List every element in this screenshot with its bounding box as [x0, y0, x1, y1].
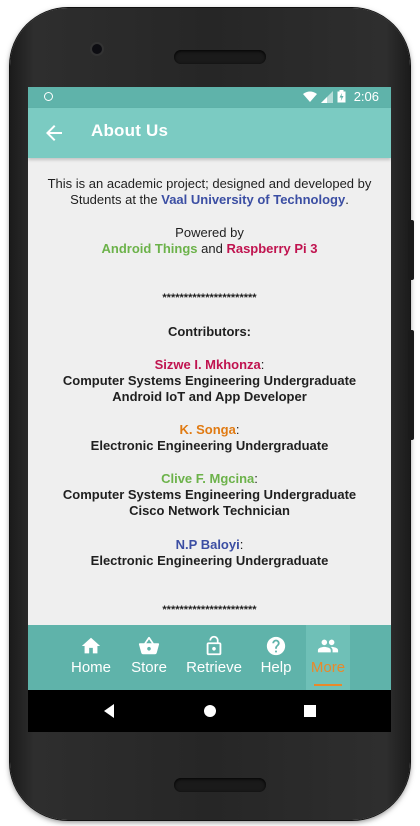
contributor-name: Clive F. Mgcina [161, 471, 255, 486]
powered-by-block: Powered by Android Things and Raspberry … [28, 225, 391, 257]
front-camera [92, 44, 102, 54]
contributor-name-line: K. Songa: [28, 422, 391, 438]
powered-by-label: Powered by [175, 225, 244, 240]
contributors-heading: Contributors: [167, 324, 252, 339]
contributor-name-line: Clive F. Mgcina: [28, 471, 391, 487]
wifi-icon [302, 91, 317, 102]
screen: 2:06 About Us This is an academic projec… [28, 87, 391, 732]
back-triangle-icon[interactable] [102, 703, 116, 719]
and-text: and [197, 241, 227, 256]
system-navigation-bar [28, 690, 391, 732]
battery-icon [337, 90, 346, 103]
contributor-role: Electronic Engineering Undergraduate [90, 553, 329, 568]
contributor-name: K. Songa [179, 422, 236, 437]
nav-more-label: More [310, 659, 346, 676]
nav-retrieve[interactable]: Retrieve [182, 625, 246, 690]
intro-line-2: Students at the Vaal University of Techn… [28, 192, 391, 208]
recents-square-icon[interactable] [303, 703, 317, 719]
contributor-role: Android IoT and App Developer [112, 389, 307, 404]
nav-help[interactable]: Help [254, 625, 298, 690]
clock: 2:06 [353, 89, 379, 104]
intro-suffix: . [345, 192, 349, 207]
signal-icon [320, 90, 333, 103]
intro-line-1: This is an academic project; designed an… [47, 176, 372, 191]
bottom-navigation: Home Store Retrieve Help More [28, 625, 391, 690]
colon: : [235, 422, 240, 437]
home-circle-icon[interactable] [202, 703, 218, 719]
home-icon [81, 637, 101, 654]
contributor-role: Cisco Network Technician [129, 503, 290, 518]
nav-more[interactable]: More [306, 625, 350, 690]
people-icon [317, 639, 339, 653]
platform-android-things: Android Things [101, 241, 198, 256]
unlock-icon [206, 635, 222, 656]
contributor-card: Clive F. Mgcina: Computer Systems Engine… [28, 471, 391, 519]
nav-store-label: Store [131, 659, 167, 676]
contributor-name: N.P Baloyi [175, 537, 240, 552]
contributor-role: Electronic Engineering Undergraduate [90, 438, 329, 453]
contributor-name-line: N.P Baloyi: [28, 537, 391, 553]
contributor-card: Sizwe I. Mkhonza: Computer Systems Engin… [28, 357, 391, 405]
separator-bottom: ********************** [162, 604, 257, 616]
contributor-role: Computer Systems Engineering Undergradua… [62, 487, 357, 502]
platforms-line: Android Things and Raspberry Pi 3 [28, 241, 391, 257]
colon: : [260, 357, 265, 372]
power-button [408, 220, 414, 280]
nav-home[interactable]: Home [66, 625, 116, 690]
colon: : [254, 471, 258, 486]
page-title: About Us [91, 121, 169, 140]
intro-text: This is an academic project; designed an… [28, 176, 391, 208]
nav-home-label: Home [70, 659, 111, 676]
basket-icon [138, 636, 160, 655]
about-content: This is an academic project; designed an… [28, 158, 391, 625]
contributor-card: N.P Baloyi: Electronic Engineering Under… [28, 537, 391, 569]
contributor-name-line: Sizwe I. Mkhonza: [28, 357, 391, 373]
contributor-role: Computer Systems Engineering Undergradua… [62, 373, 357, 388]
nav-help-label: Help [260, 659, 292, 676]
notification-icon [44, 92, 53, 101]
nav-store[interactable]: Store [126, 625, 172, 690]
status-bar: 2:06 [28, 87, 391, 108]
nav-retrieve-label: Retrieve [186, 659, 242, 676]
app-bar: About Us [28, 108, 391, 158]
university-name: Vaal University of Technology [161, 192, 346, 207]
earpiece-speaker [174, 50, 266, 64]
help-icon [266, 636, 286, 656]
active-indicator [314, 684, 342, 686]
contributor-card: K. Songa: Electronic Engineering Undergr… [28, 422, 391, 454]
back-arrow-icon[interactable] [42, 121, 66, 145]
contributor-name: Sizwe I. Mkhonza [154, 357, 261, 372]
separator-top: ********************** [162, 292, 257, 304]
intro-prefix: Students at the [70, 192, 162, 207]
volume-button [408, 330, 414, 440]
colon: : [239, 537, 244, 552]
platform-raspberry-pi: Raspberry Pi 3 [226, 241, 318, 256]
bottom-speaker [174, 778, 266, 792]
